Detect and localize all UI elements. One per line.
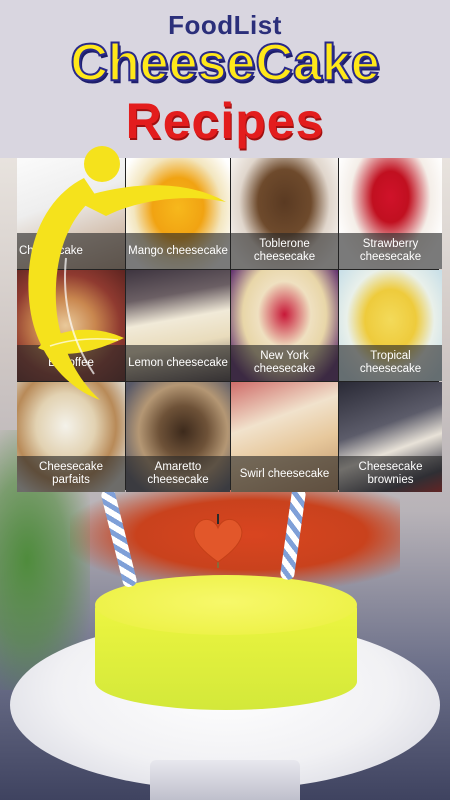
recipe-label: Cheesecake (17, 233, 125, 269)
app-title: CheeseCake (69, 33, 380, 93)
recipe-label: Cheesecake parfaits (17, 456, 125, 492)
recipe-label: Banoffee (17, 345, 125, 381)
recipe-tile-new-york-cheesecake[interactable]: New York cheesecake (231, 270, 338, 381)
recipe-grid: Cheesecake Mango cheesecake Toblerone ch… (17, 158, 442, 492)
recipe-tile-cheesecake-parfaits[interactable]: Cheesecake parfaits (17, 382, 125, 492)
cake-stand (150, 760, 300, 800)
recipe-label: Toblerone cheesecake (231, 233, 338, 269)
recipe-label: Strawberry cheesecake (339, 233, 442, 269)
recipe-tile-swirl-cheesecake[interactable]: Swirl cheesecake (231, 382, 338, 492)
recipe-tile-cheesecake-brownies[interactable]: Cheesecake brownies (339, 382, 442, 492)
recipe-tile-strawberry-cheesecake[interactable]: Strawberry cheesecake (339, 158, 442, 269)
recipe-tile-toblerone-cheesecake[interactable]: Toblerone cheesecake (231, 158, 338, 269)
recipe-tile-tropical-cheesecake[interactable]: Tropical cheesecake (339, 270, 442, 381)
recipe-label: New York cheesecake (231, 345, 338, 381)
recipe-tile-cheesecake[interactable]: Cheesecake (17, 158, 125, 269)
recipe-label: Lemon cheesecake (126, 345, 230, 381)
recipe-label: Cheesecake brownies (339, 456, 442, 492)
app-header: FoodList CheeseCake Recipes (0, 0, 450, 158)
recipe-label: Tropical cheesecake (339, 345, 442, 381)
recipe-label: Amaretto cheesecake (126, 456, 230, 492)
recipe-tile-banoffee[interactable]: Banoffee (17, 270, 125, 381)
recipe-tile-amaretto-cheesecake[interactable]: Amaretto cheesecake (126, 382, 230, 492)
recipe-label: Swirl cheesecake (231, 456, 338, 492)
recipe-tile-lemon-cheesecake[interactable]: Lemon cheesecake (126, 270, 230, 381)
recipe-label: Mango cheesecake (126, 233, 230, 269)
recipe-tile-mango-cheesecake[interactable]: Mango cheesecake (126, 158, 230, 269)
heart-candle-icon (193, 514, 243, 568)
app-subtitle: Recipes (125, 93, 325, 149)
